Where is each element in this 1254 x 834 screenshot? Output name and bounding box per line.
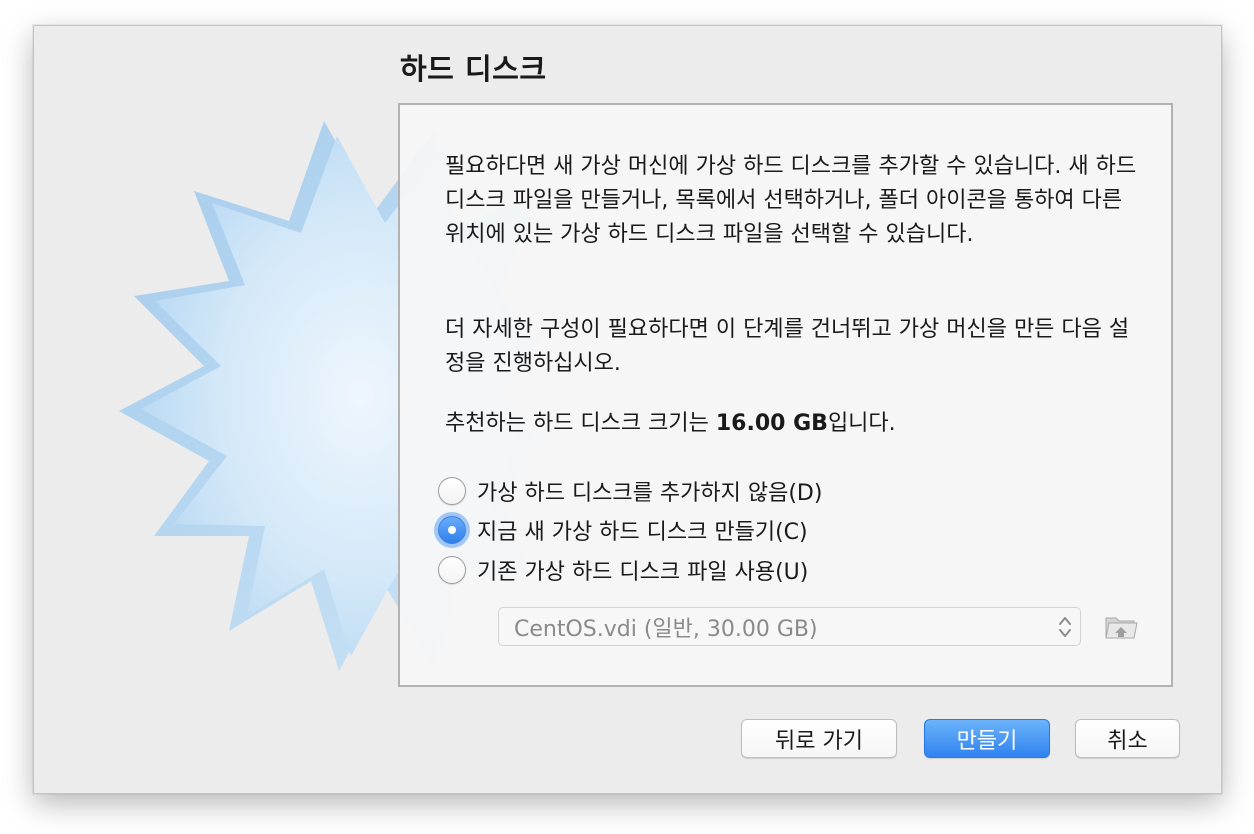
recommended-size-text: 추천하는 하드 디스크 크기는 16.00 GB입니다. <box>445 407 1145 441</box>
select-value: CentOS.vdi (일반, 30.00 GB) <box>514 616 818 642</box>
option-label: 가상 하드 디스크를 추가하지 않음(D) <box>477 481 823 506</box>
recommendation-prefix: 추천하는 하드 디스크 크기는 <box>445 411 716 436</box>
option-label: 기존 가상 하드 디스크 파일 사용(U) <box>477 560 809 585</box>
page-title: 하드 디스크 <box>400 52 547 86</box>
advanced-config-paragraph: 더 자세한 구성이 필요하다면 이 단계를 건너뛰고 가상 머신을 만든 다음 … <box>445 317 1130 376</box>
radio-button-selected[interactable] <box>438 516 466 544</box>
choose-disk-file-button[interactable] <box>1103 609 1139 643</box>
option-label: 지금 새 가상 하드 디스크 만들기(C) <box>477 520 808 545</box>
create-button[interactable]: 만들기 <box>924 719 1050 758</box>
radio-button[interactable] <box>438 477 466 505</box>
option-create-new-disk[interactable]: 지금 새 가상 하드 디스크 만들기(C) <box>438 512 808 548</box>
option-use-existing-disk[interactable]: 기존 가상 하드 디스크 파일 사용(U) <box>438 552 808 588</box>
up-down-chevron-icon <box>1059 617 1071 637</box>
recommendation-suffix: 입니다. <box>827 411 896 436</box>
back-button[interactable]: 뒤로 가기 <box>741 719 897 758</box>
existing-disk-select[interactable]: CentOS.vdi (일반, 30.00 GB) <box>498 607 1081 646</box>
radio-button[interactable] <box>438 556 466 584</box>
recommended-size-value: 16.00 GB <box>715 411 828 436</box>
description-paragraph: 필요하다면 새 가상 머신에 가상 하드 디스크를 추가할 수 있습니다. 새 … <box>445 154 1137 247</box>
option-no-disk[interactable]: 가상 하드 디스크를 추가하지 않음(D) <box>438 473 822 509</box>
folder-open-icon <box>1105 617 1138 639</box>
dialog-window: 하드 디스크 필요하다면 새 가상 머신에 가상 하드 디스크를 추가할 수 있… <box>33 25 1222 794</box>
radio-dot <box>448 526 456 534</box>
content-panel: 필요하다면 새 가상 머신에 가상 하드 디스크를 추가할 수 있습니다. 새 … <box>398 103 1173 687</box>
cancel-button[interactable]: 취소 <box>1075 719 1180 758</box>
